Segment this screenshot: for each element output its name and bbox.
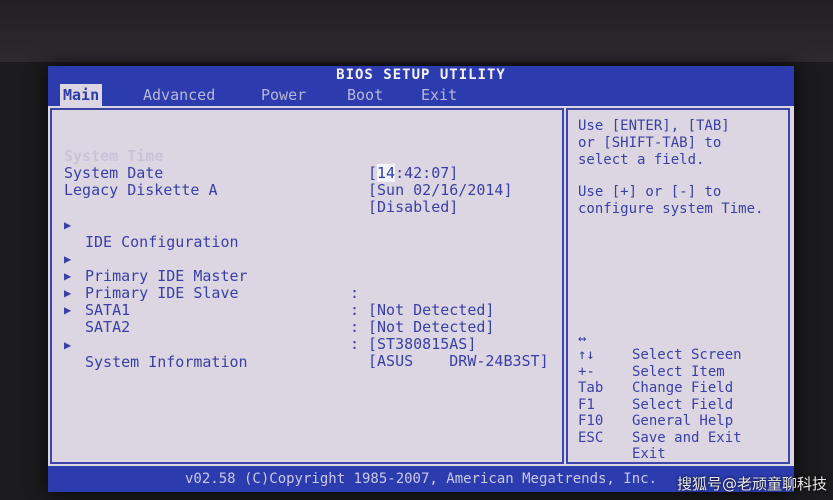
help-line: Use [+] or [-] to bbox=[578, 184, 722, 200]
bios-title: BIOS SETUP UTILITY bbox=[48, 66, 794, 84]
key-hint-row: F10 Save and Exit bbox=[578, 397, 778, 446]
drive-value: [ASUS DRW-24B3ST] bbox=[368, 352, 549, 370]
system-date-value[interactable]: [Sun 02/16/2014] bbox=[368, 182, 513, 199]
menu-bar: Main Advanced Power Boot Exit bbox=[48, 84, 794, 106]
help-panel: Use [ENTER], [TAB] or [SHIFT-TAB] to sel… bbox=[566, 108, 790, 464]
drive-row-primary-ide-slave[interactable]: ▶ Primary IDE Slave : [Not Detected] bbox=[52, 251, 562, 336]
key-hint-row: F1 General Help bbox=[578, 380, 778, 430]
help-line: configure system Time. bbox=[578, 201, 764, 217]
key-hint-row: +- Change Field bbox=[578, 347, 778, 397]
system-information-label: System Information bbox=[85, 353, 248, 371]
esc-key: ESC bbox=[578, 429, 604, 446]
help-line: Use [ENTER], [TAB] bbox=[578, 118, 730, 134]
system-information-item[interactable]: ▶ System Information bbox=[52, 320, 562, 371]
key-hint-desc: Save and Exit bbox=[632, 429, 742, 446]
bios-screen: BIOS SETUP UTILITY Main Advanced Power B… bbox=[48, 66, 794, 492]
legacy-diskette-row[interactable]: Legacy Diskette A [Disabled] bbox=[52, 165, 562, 216]
separator-colon: : bbox=[350, 301, 360, 319]
key-hint-row: ESC Exit bbox=[578, 413, 778, 463]
key-hint-row: ↔ Select Screen bbox=[578, 314, 778, 364]
main-settings-panel: System Time [14:42:07] System Date [Sun … bbox=[50, 108, 564, 464]
key-hint-desc: Exit bbox=[632, 446, 666, 462]
help-line: or [SHIFT-TAB] to bbox=[578, 135, 722, 151]
drive-value: [Not Detected] bbox=[368, 301, 495, 319]
separator-colon: : bbox=[350, 335, 360, 353]
menu-advanced[interactable]: Advanced bbox=[140, 84, 218, 106]
monitor-bezel bbox=[0, 0, 833, 62]
key-hint-row: ↑↓ Select Item bbox=[578, 331, 778, 380]
system-date-row[interactable]: System Date [Sun 02/16/2014] bbox=[52, 148, 562, 199]
drive-row-sata2[interactable]: ▶ SATA2 : [ASUS DRW-24B3ST] bbox=[52, 285, 562, 370]
menu-main[interactable]: Main bbox=[60, 84, 103, 106]
drive-row-primary-ide-master[interactable]: ▶ Primary IDE Master : [Not Detected] bbox=[52, 234, 562, 319]
drive-value: [ST380815AS] bbox=[368, 335, 477, 353]
menu-power[interactable]: Power bbox=[258, 84, 309, 106]
submenu-arrow-icon: ▶ bbox=[64, 218, 72, 232]
key-hint-row: Tab Select Field bbox=[578, 364, 778, 413]
system-time-row[interactable]: System Time [14:42:07] bbox=[52, 131, 562, 182]
submenu-arrow-icon: ▶ bbox=[64, 338, 72, 352]
menu-exit[interactable]: Exit bbox=[418, 84, 460, 106]
menu-boot[interactable]: Boot bbox=[344, 84, 386, 106]
legacy-diskette-label: Legacy Diskette A bbox=[64, 181, 218, 199]
submenu-arrow-icon: ▶ bbox=[64, 303, 72, 317]
drive-row-sata1[interactable]: ▶ SATA1 : [ST380815AS] bbox=[52, 268, 562, 353]
help-line: select a field. bbox=[578, 152, 705, 168]
watermark-text: 搜狐号@老顽童聊科技 bbox=[676, 475, 827, 493]
ide-configuration-item[interactable]: ▶ IDE Configuration bbox=[52, 200, 562, 251]
